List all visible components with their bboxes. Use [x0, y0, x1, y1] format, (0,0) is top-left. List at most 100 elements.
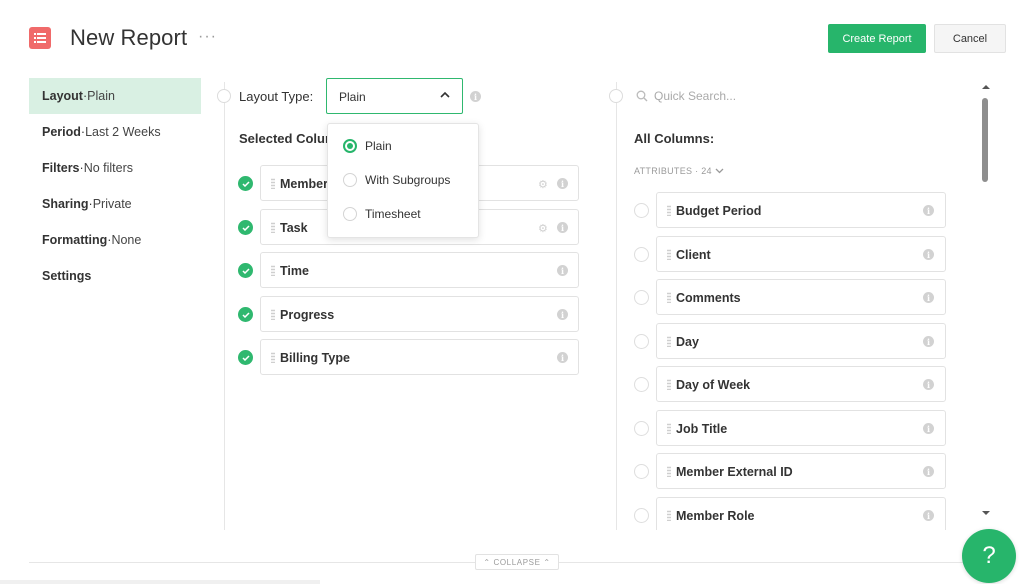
- nav-item-layout[interactable]: Layout · Plain: [29, 78, 201, 114]
- info-icon[interactable]: i: [923, 336, 934, 347]
- more-options-icon[interactable]: ···: [198, 28, 217, 46]
- panel-divider: [224, 82, 225, 530]
- drag-handle-icon[interactable]: [271, 178, 275, 189]
- collapse-button[interactable]: ⌃ COLLAPSE ⌃: [475, 554, 559, 570]
- add-column-radio[interactable]: [634, 377, 649, 392]
- nav-item-value: Private: [92, 197, 132, 211]
- nav-item-key: Filters: [42, 161, 80, 175]
- info-icon[interactable]: i: [923, 423, 934, 434]
- add-column-radio[interactable]: [634, 421, 649, 436]
- column-client[interactable]: Client i: [656, 236, 946, 272]
- check-icon[interactable]: [238, 350, 253, 365]
- nav-item-key: Layout: [42, 89, 83, 103]
- chevron-down-icon: [715, 168, 724, 174]
- drag-handle-icon[interactable]: [667, 292, 671, 303]
- add-column-radio[interactable]: [634, 203, 649, 218]
- page-header: New Report ··· Create Report Cancel: [0, 0, 1024, 78]
- info-icon[interactable]: i: [923, 249, 934, 260]
- selected-column-progress[interactable]: Progress i: [260, 296, 579, 332]
- layout-option-plain[interactable]: Plain: [343, 136, 392, 156]
- drag-handle-icon[interactable]: [667, 249, 671, 260]
- search-icon: [636, 90, 648, 102]
- selected-column-time[interactable]: Time i: [260, 252, 579, 288]
- column-job-title[interactable]: Job Title i: [656, 410, 946, 446]
- drag-handle-icon[interactable]: [271, 309, 275, 320]
- column-comments[interactable]: Comments i: [656, 279, 946, 315]
- info-icon[interactable]: i: [923, 510, 934, 521]
- panel-bottom-mask: [626, 530, 966, 560]
- info-icon[interactable]: i: [470, 91, 481, 102]
- column-day-of-week[interactable]: Day of Week i: [656, 366, 946, 402]
- info-icon[interactable]: i: [557, 178, 568, 189]
- layout-type-select[interactable]: Plain: [326, 78, 463, 114]
- info-icon[interactable]: i: [557, 222, 568, 233]
- column-label: Progress: [280, 308, 335, 322]
- drag-handle-icon[interactable]: [667, 510, 671, 521]
- check-icon[interactable]: [238, 307, 253, 322]
- drag-handle-icon[interactable]: [667, 423, 671, 434]
- check-icon[interactable]: [238, 176, 253, 191]
- add-column-radio[interactable]: [634, 508, 649, 523]
- drag-handle-icon[interactable]: [667, 336, 671, 347]
- bottom-strip: [0, 580, 320, 584]
- drag-handle-icon[interactable]: [271, 265, 275, 276]
- drag-handle-icon[interactable]: [667, 379, 671, 390]
- column-label: Day: [676, 335, 699, 349]
- column-label: Member Role: [676, 509, 755, 523]
- quick-search[interactable]: Quick Search...: [636, 89, 736, 103]
- info-icon[interactable]: i: [557, 352, 568, 363]
- column-budget-period[interactable]: Budget Period i: [656, 192, 946, 228]
- info-icon[interactable]: i: [557, 265, 568, 276]
- nav-item-filters[interactable]: Filters · No filters: [29, 150, 201, 186]
- nav-item-key: Settings: [42, 269, 92, 283]
- drag-handle-icon[interactable]: [667, 205, 671, 216]
- layout-option-with-subgroups[interactable]: With Subgroups: [343, 170, 450, 190]
- info-icon[interactable]: i: [923, 292, 934, 303]
- drag-handle-icon[interactable]: [271, 352, 275, 363]
- gear-icon[interactable]: ⚙: [538, 222, 548, 235]
- nav-item-sharing[interactable]: Sharing · Private: [29, 186, 201, 222]
- nav-item-formatting[interactable]: Formatting · None: [29, 222, 201, 258]
- column-day[interactable]: Day i: [656, 323, 946, 359]
- info-icon[interactable]: i: [923, 466, 934, 477]
- add-column-radio[interactable]: [634, 464, 649, 479]
- column-member-role[interactable]: Member Role i: [656, 497, 946, 533]
- drag-handle-icon[interactable]: [667, 466, 671, 477]
- nav-item-period[interactable]: Period · Last 2 Weeks: [29, 114, 201, 150]
- scrollbar-thumb[interactable]: [982, 98, 988, 182]
- column-member-external-id[interactable]: Member External ID i: [656, 453, 946, 489]
- info-icon[interactable]: i: [557, 309, 568, 320]
- nav-item-value: Last 2 Weeks: [85, 125, 161, 139]
- add-column-radio[interactable]: [634, 247, 649, 262]
- cancel-button[interactable]: Cancel: [934, 24, 1006, 53]
- help-button[interactable]: ?: [962, 529, 1016, 583]
- column-label: Billing Type: [280, 351, 350, 365]
- layout-option-timesheet[interactable]: Timesheet: [343, 204, 421, 224]
- check-icon[interactable]: [238, 263, 253, 278]
- column-label: Client: [676, 248, 711, 262]
- nav-item-settings[interactable]: Settings: [29, 258, 201, 294]
- selected-columns-title: Selected Colum: [239, 131, 337, 146]
- search-input[interactable]: Quick Search...: [654, 89, 736, 103]
- option-label: Timesheet: [365, 207, 421, 221]
- radio-icon: [343, 207, 357, 221]
- gear-icon[interactable]: ⚙: [538, 178, 548, 191]
- panel-divider: [616, 82, 617, 530]
- drag-handle-icon[interactable]: [271, 222, 275, 233]
- info-icon[interactable]: i: [923, 379, 934, 390]
- layout-type-label: Layout Type:: [239, 89, 314, 104]
- scroll-down-arrow-icon[interactable]: [982, 510, 990, 516]
- create-report-button[interactable]: Create Report: [828, 24, 926, 53]
- add-column-radio[interactable]: [634, 334, 649, 349]
- column-label: Member: [280, 177, 328, 191]
- check-icon[interactable]: [238, 220, 253, 235]
- add-column-radio[interactable]: [634, 290, 649, 305]
- scroll-up-arrow-icon[interactable]: [982, 84, 990, 90]
- layout-type-dropdown: Plain With Subgroups Timesheet: [327, 123, 479, 238]
- nav-item-key: Formatting: [42, 233, 108, 247]
- column-label: Task: [280, 221, 308, 235]
- attributes-group-toggle[interactable]: ATTRIBUTES · 24: [634, 166, 724, 176]
- selected-column-billing-type[interactable]: Billing Type i: [260, 339, 579, 375]
- info-icon[interactable]: i: [923, 205, 934, 216]
- page-title: New Report: [70, 25, 188, 50]
